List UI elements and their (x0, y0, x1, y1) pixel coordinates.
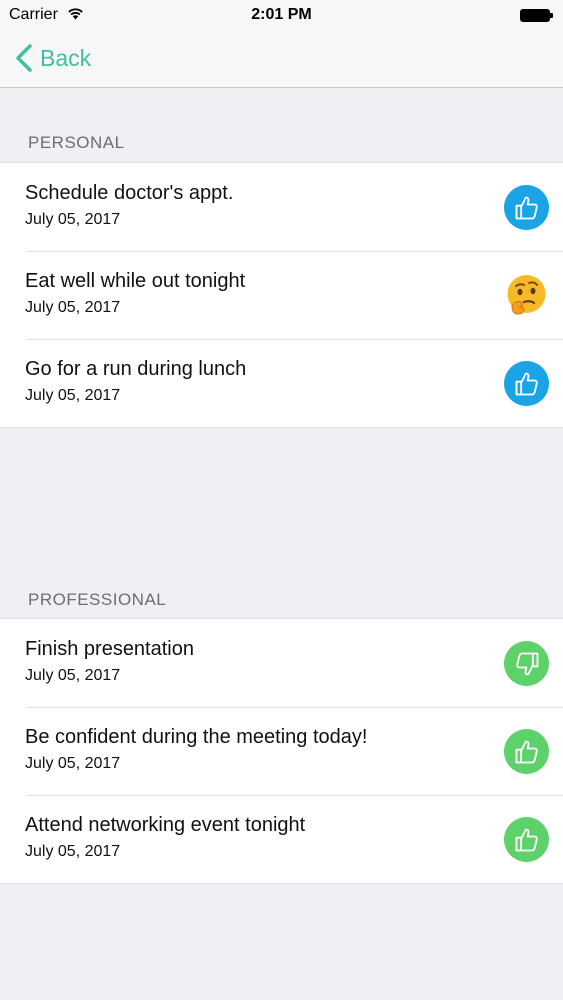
item-date: July 05, 2017 (25, 299, 121, 316)
thumbs-down-icon[interactable] (504, 641, 549, 686)
battery-icon (520, 9, 553, 22)
item-title: Attend networking event tonight (25, 814, 306, 836)
list-item[interactable]: Be confident during the meeting today! J… (0, 707, 563, 795)
navigation-bar: Back (0, 30, 563, 88)
section-header-personal: PERSONAL (28, 133, 125, 152)
clock-time: 2:01 PM (251, 6, 312, 23)
thumbs-up-icon[interactable] (504, 729, 549, 774)
list-item[interactable]: Attend networking event tonight July 05,… (0, 795, 563, 883)
professional-list: Finish presentation July 05, 2017 Be con… (0, 618, 563, 884)
thumbs-up-icon[interactable] (504, 185, 549, 230)
item-date: July 05, 2017 (25, 667, 121, 684)
thinking-face-icon[interactable] (504, 273, 549, 318)
list-item[interactable]: Finish presentation July 05, 2017 (0, 619, 563, 707)
item-title: Be confident during the meeting today! (25, 726, 368, 748)
item-date: July 05, 2017 (25, 387, 121, 404)
item-date: July 05, 2017 (25, 755, 121, 772)
back-label: Back (40, 44, 92, 71)
chevron-left-icon (16, 44, 32, 72)
personal-list: Schedule doctor's appt. July 05, 2017 Ea… (0, 162, 563, 428)
item-title: Schedule doctor's appt. (25, 182, 234, 204)
list-item[interactable]: Schedule doctor's appt. July 05, 2017 (0, 163, 563, 251)
section-header-professional: PROFESSIONAL (28, 590, 167, 609)
status-bar: Carrier 2:01 PM (0, 0, 563, 30)
item-title: Go for a run during lunch (25, 358, 247, 380)
list-item[interactable]: Eat well while out tonight July 05, 2017 (0, 251, 563, 339)
item-date: July 05, 2017 (25, 843, 121, 860)
thumbs-up-icon[interactable] (504, 361, 549, 406)
list-item[interactable]: Go for a run during lunch July 05, 2017 (0, 339, 563, 427)
item-title: Finish presentation (25, 638, 194, 660)
back-button[interactable]: Back (14, 42, 91, 74)
thumbs-up-icon[interactable] (504, 817, 549, 862)
item-date: July 05, 2017 (25, 211, 121, 228)
item-title: Eat well while out tonight (25, 270, 246, 292)
